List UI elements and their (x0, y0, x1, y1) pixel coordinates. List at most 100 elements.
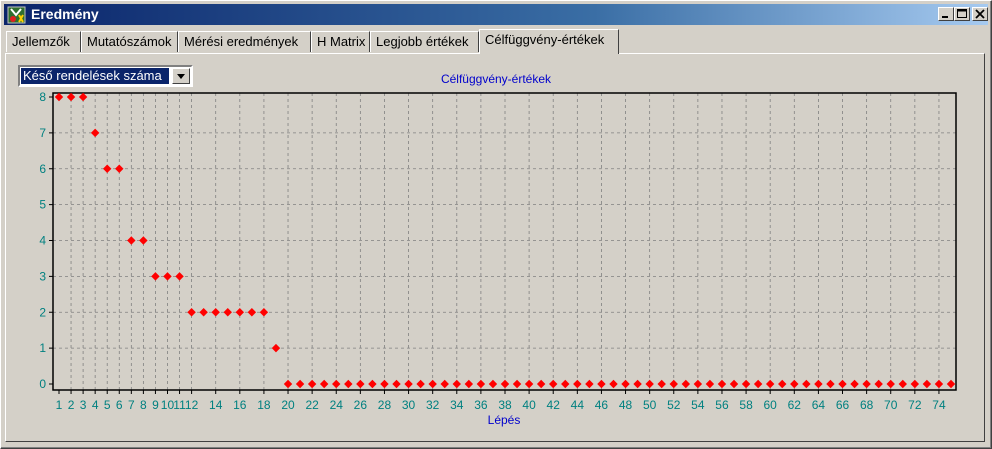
data-point (163, 272, 172, 281)
x-tick-label: 70 (884, 398, 898, 412)
chevron-down-icon (177, 74, 185, 79)
data-point (223, 308, 232, 317)
data-point (271, 343, 281, 353)
data-point (103, 164, 112, 173)
x-tick-label: 18 (257, 398, 271, 412)
data-point (512, 379, 522, 389)
y-tick-label: 0 (39, 377, 46, 391)
data-point (187, 308, 196, 317)
x-tick-label: 5 (104, 398, 111, 412)
data-point (910, 379, 920, 389)
data-point (621, 379, 630, 389)
x-tick-label: 32 (426, 398, 440, 412)
x-tick-label: 4 (92, 398, 99, 412)
data-point (561, 379, 570, 389)
data-point (874, 379, 883, 389)
data-point (90, 128, 100, 138)
x-tick-label: 64 (812, 398, 826, 412)
plot-frame (52, 92, 957, 391)
data-point (78, 92, 88, 102)
axis-ticks: 1 2 3 4 5 6 7 8 9 10 11 12 14 16 18 20 22 24 26 28 30 32 34 36 3… (39, 90, 946, 412)
x-tick-label: 20 (281, 398, 295, 412)
data-point (717, 379, 727, 389)
x-tick-label: 60 (764, 398, 778, 412)
x-tick-label: 66 (836, 398, 850, 412)
data-point (368, 379, 377, 389)
data-point (597, 379, 606, 389)
data-point (705, 379, 715, 389)
x-tick-label: 46 (595, 398, 609, 412)
data-point (151, 272, 160, 281)
data-point (127, 236, 136, 245)
data-point (838, 379, 847, 389)
data-point (549, 379, 558, 389)
x-tick-label: 24 (330, 398, 344, 412)
x-tick-label: 7 (128, 398, 135, 412)
data-point (633, 379, 642, 389)
data-point (139, 236, 148, 245)
x-tick-label: 1 (56, 398, 63, 412)
data-point (452, 379, 461, 389)
result-window: Eredmény Jellemzők Mutatószámok Mérési e… (0, 0, 992, 449)
data-point (657, 379, 666, 389)
x-tick-label: 54 (691, 398, 705, 412)
data-point (307, 379, 317, 389)
data-point (681, 379, 691, 389)
data-point (344, 379, 353, 389)
x-tick-label: 50 (643, 398, 657, 412)
data-point (115, 164, 124, 173)
data-point (380, 379, 389, 389)
x-tick-label: 14 (209, 398, 223, 412)
data-point (488, 379, 498, 389)
dropdown-button[interactable] (172, 68, 190, 84)
x-tick-label: 22 (305, 398, 319, 412)
y-tick-label: 6 (39, 162, 46, 176)
data-point (729, 379, 739, 389)
x-tick-label: 72 (908, 398, 922, 412)
data-point (500, 379, 510, 389)
data-point (175, 272, 184, 281)
data-point (753, 379, 763, 389)
data-point (295, 379, 305, 389)
y-tick-label: 3 (39, 269, 46, 283)
data-point (573, 379, 582, 389)
data-point (814, 379, 823, 389)
y-tick-label: 7 (39, 126, 46, 140)
x-tick-label: 74 (932, 398, 946, 412)
x-tick-label: 6 (116, 398, 123, 412)
data-point (524, 379, 534, 389)
tab-celfuggveny-ertekek[interactable]: Célfüggvény-értékek (479, 29, 619, 54)
y-tick-label: 5 (39, 198, 46, 212)
chart-grid (53, 93, 956, 390)
x-tick-label: 42 (547, 398, 561, 412)
x-tick-label: 52 (667, 398, 681, 412)
data-point (66, 92, 76, 102)
data-point (440, 379, 449, 389)
data-point (898, 379, 907, 389)
x-tick-label: 30 (402, 398, 416, 412)
data-point (609, 379, 618, 389)
data-point (922, 379, 932, 389)
data-point (392, 379, 401, 389)
x-tick-label: 26 (354, 398, 368, 412)
x-tick-label: 68 (860, 398, 874, 412)
x-tick-label: 3 (80, 398, 87, 412)
data-point (693, 379, 703, 389)
data-point (428, 379, 437, 389)
x-tick-label: 16 (233, 398, 247, 412)
tab-label: Célfüggvény-értékek (485, 32, 605, 47)
x-tick-label: 38 (498, 398, 512, 412)
objective-selector[interactable]: Késő rendelések száma (18, 65, 193, 87)
data-point (741, 379, 751, 389)
data-point (235, 308, 245, 317)
data-point (645, 379, 654, 389)
data-point (211, 308, 220, 317)
y-tick-label: 1 (39, 341, 46, 355)
x-tick-label: 8 (140, 398, 147, 412)
data-point (778, 379, 787, 389)
x-tick-label: 58 (739, 398, 753, 412)
x-tick-label: 48 (619, 398, 633, 412)
data-point (416, 379, 425, 389)
x-tick-label: 56 (715, 398, 729, 412)
data-point (669, 379, 678, 389)
